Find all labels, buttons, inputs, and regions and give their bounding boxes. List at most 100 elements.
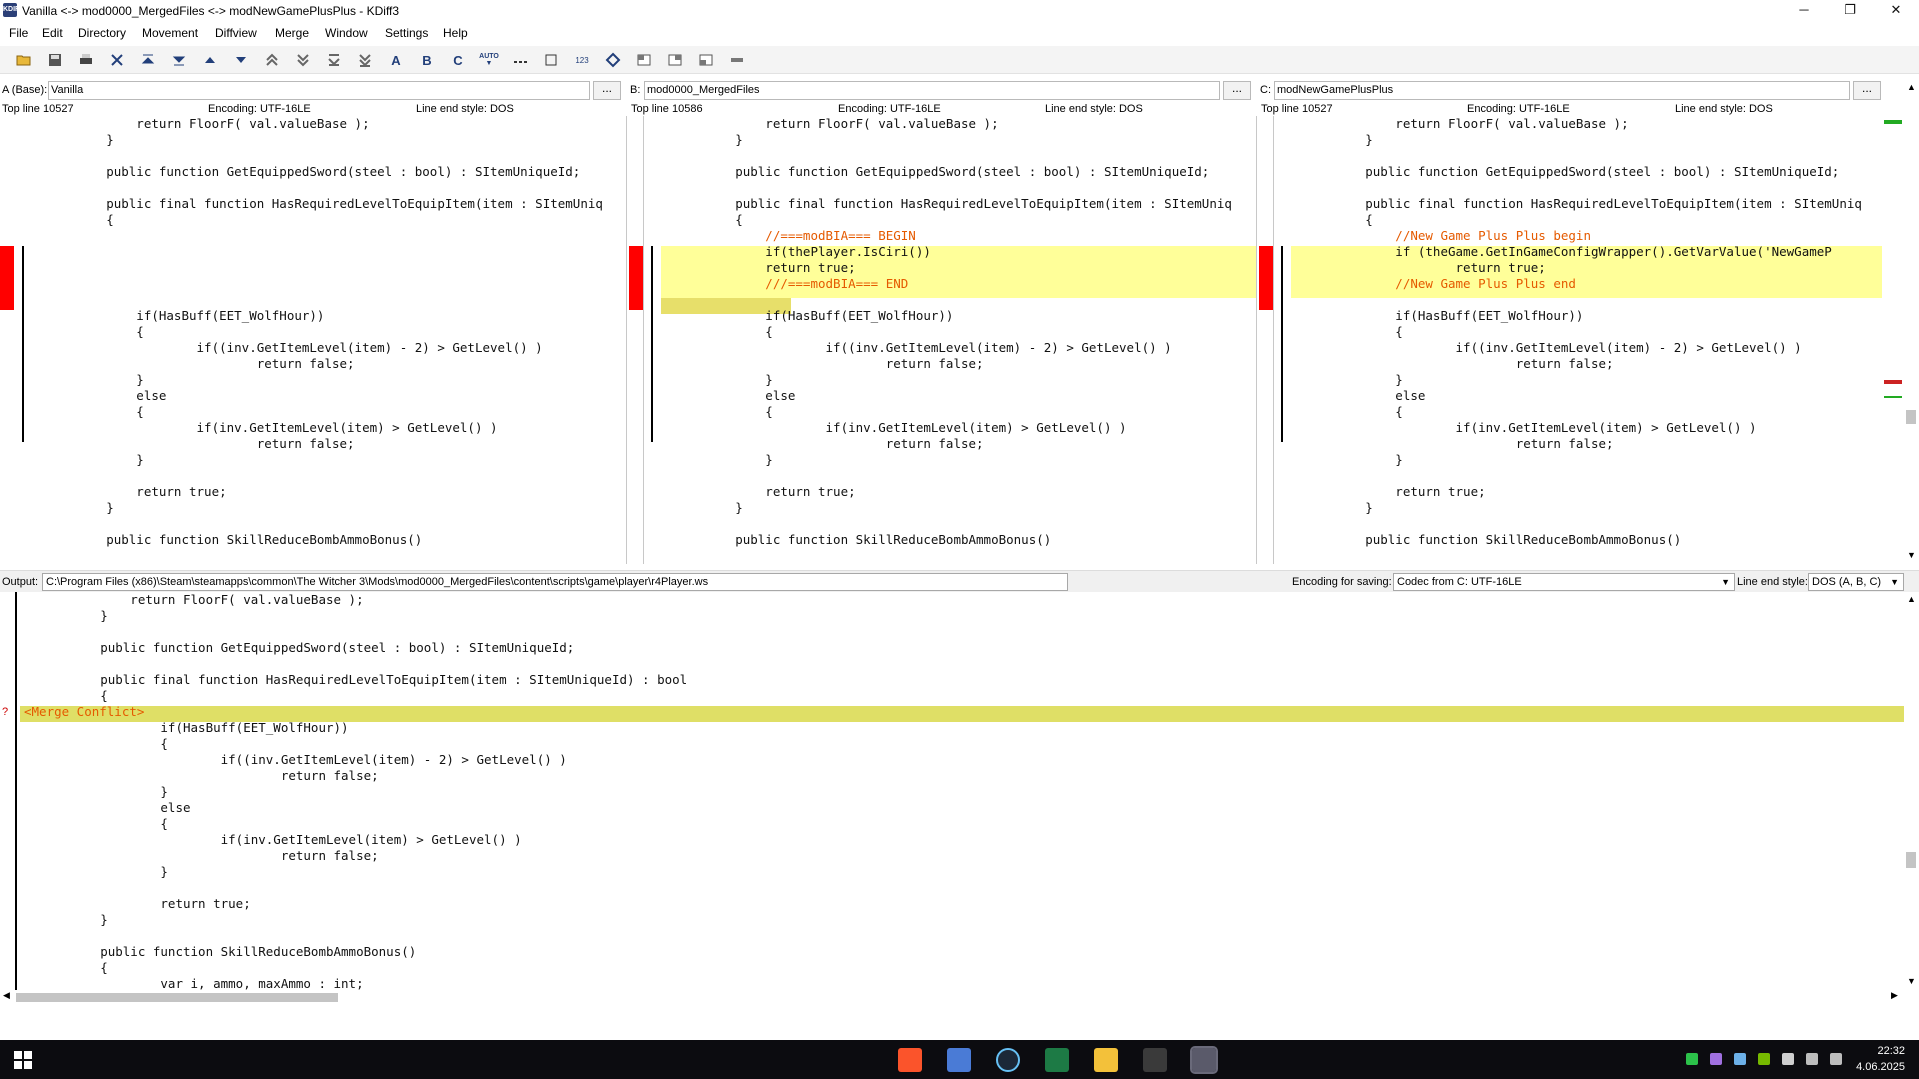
pane-c-browse-button[interactable]: ... <box>1853 81 1881 100</box>
menu-merge[interactable]: Merge <box>275 26 309 40</box>
scroll-up-icon[interactable]: ▲ <box>1907 82 1916 92</box>
excel-like-icon[interactable] <box>1045 1048 1069 1072</box>
pane-a-code-view[interactable]: return FloorF( val.valueBase ); } public… <box>0 116 626 564</box>
menu-help[interactable]: Help <box>443 26 468 40</box>
tray-security-icon[interactable] <box>1782 1053 1794 1065</box>
pane-a-file-input[interactable]: Vanilla <box>48 81 590 100</box>
code-line: } <box>675 452 773 467</box>
print-icon[interactable] <box>75 50 97 70</box>
merge-conflict-label: <Merge Conflict> <box>24 704 145 719</box>
window-a-icon[interactable] <box>633 50 655 70</box>
volume-icon[interactable] <box>1830 1053 1842 1065</box>
pane-a-line-end: Line end style: DOS <box>416 103 514 115</box>
spider-app-icon[interactable] <box>1143 1048 1167 1072</box>
encoding-saving-select[interactable]: Codec from C: UTF-16LE ▼ <box>1393 573 1735 591</box>
pane-c-file-input[interactable]: modNewGamePlusPlus <box>1274 81 1850 100</box>
go-prev-unsolved-icon[interactable] <box>168 50 190 70</box>
close-button[interactable]: ✕ <box>1873 0 1919 22</box>
pane-c-gutter-line <box>1273 116 1274 564</box>
line-numbers-button[interactable]: 123 <box>571 50 593 70</box>
scroll-down-icon[interactable]: ▼ <box>1907 976 1916 986</box>
tray-nvidia-icon[interactable] <box>1758 1053 1770 1065</box>
choose-b-button[interactable]: B <box>416 50 438 70</box>
pane-b-code-view[interactable]: return FloorF( val.valueBase ); } public… <box>629 116 1256 564</box>
inserted-code-line: return true; <box>1305 260 1546 275</box>
code-line: public final function HasRequiredLevelTo… <box>1305 196 1862 211</box>
code-line: { <box>1305 324 1403 339</box>
code-line: } <box>1305 500 1373 515</box>
menu-window[interactable]: Window <box>325 26 368 40</box>
scroll-left-icon[interactable]: ◀ <box>3 990 10 1001</box>
go-next-conflict-icon[interactable] <box>292 50 314 70</box>
file-explorer-icon[interactable] <box>1094 1048 1118 1072</box>
scroll-up-icon[interactable]: ▲ <box>1907 594 1916 604</box>
overview-icon[interactable] <box>602 50 624 70</box>
menu-file[interactable]: File <box>9 26 28 40</box>
scroll-right-icon[interactable]: ▶ <box>1891 990 1898 1001</box>
menu-edit[interactable]: Edit <box>42 26 63 40</box>
menu-directory[interactable]: Directory <box>78 26 126 40</box>
windows-start-icon[interactable] <box>14 1051 32 1072</box>
minimize-button[interactable]: ─ <box>1781 0 1827 22</box>
whitespace-icon[interactable] <box>509 50 531 70</box>
pane-a-top-line: Top line 10527 <box>2 103 74 115</box>
pane-a-separator[interactable] <box>626 116 627 564</box>
tray-steam-icon[interactable] <box>1734 1053 1746 1065</box>
save-icon[interactable] <box>44 50 66 70</box>
title-bar: KDIFF Vanilla <-> mod0000_MergedFiles <-… <box>0 0 1919 22</box>
code-line: if((inv.GetItemLevel(item) - 2) > GetLev… <box>1305 340 1802 355</box>
split-orientation-icon[interactable] <box>726 50 748 70</box>
maximize-button[interactable]: ❐ <box>1827 0 1873 22</box>
tray-app-icon[interactable] <box>1686 1053 1698 1065</box>
line-end-select[interactable]: DOS (A, B, C) ▼ <box>1808 573 1904 591</box>
open-folder-icon[interactable] <box>13 50 35 70</box>
pane-b-separator[interactable] <box>1256 116 1257 564</box>
pane-c-code-view[interactable]: return FloorF( val.valueBase ); } public… <box>1259 116 1882 564</box>
app-icon[interactable] <box>947 1048 971 1072</box>
go-last-delta-icon[interactable] <box>323 50 345 70</box>
choose-a-button[interactable]: A <box>385 50 407 70</box>
pane-c-label: C: <box>1260 84 1271 96</box>
window-b-icon[interactable] <box>664 50 686 70</box>
kdiff3-icon[interactable] <box>1190 1046 1218 1074</box>
merge-hscroll-thumb[interactable] <box>16 993 338 1002</box>
pane-b-header: B: mod0000_MergedFiles ... <box>630 80 1260 102</box>
merge-result-view[interactable]: ? return FloorF( val.valueBase ); } publ… <box>0 592 1904 990</box>
merge-scroll-thumb[interactable] <box>1906 852 1916 868</box>
choose-c-button[interactable]: C <box>447 50 469 70</box>
go-prev-delta-icon[interactable] <box>199 50 221 70</box>
window-c-icon[interactable] <box>695 50 717 70</box>
pane-b-browse-button[interactable]: ... <box>1223 81 1251 100</box>
go-top-icon[interactable] <box>106 50 128 70</box>
network-icon[interactable] <box>1806 1053 1818 1065</box>
steam-icon[interactable] <box>996 1048 1020 1072</box>
menu-bar: File Edit Directory Movement Diffview Me… <box>0 22 1919 44</box>
menu-movement[interactable]: Movement <box>142 26 198 40</box>
pane-c-top-line: Top line 10527 <box>1261 103 1333 115</box>
output-path-input[interactable]: C:\Program Files (x86)\Steam\steamapps\c… <box>42 573 1068 591</box>
merge-code-line: { <box>40 816 168 831</box>
code-line: } <box>1305 452 1403 467</box>
diff-scroll-thumb[interactable] <box>1906 410 1916 424</box>
merge-horizontal-scrollbar[interactable]: ◀ ▶ <box>0 990 1904 1004</box>
taskbar-clock[interactable]: 22:32 4.06.2025 <box>1856 1043 1905 1075</box>
code-line: return false; <box>46 436 355 451</box>
pane-c-header: C: modNewGamePlusPlus ... <box>1260 80 1882 102</box>
scroll-down-icon[interactable]: ▼ <box>1907 550 1916 560</box>
go-prev-conflict-icon[interactable] <box>261 50 283 70</box>
go-next-delta-icon[interactable] <box>230 50 252 70</box>
go-bottom-icon[interactable] <box>354 50 376 70</box>
brave-browser-icon[interactable] <box>898 1048 922 1072</box>
go-first-delta-icon[interactable] <box>137 50 159 70</box>
pane-a-browse-button[interactable]: ... <box>593 81 621 100</box>
merge-vertical-scrollbar[interactable]: ▲ ▼ <box>1904 592 1919 990</box>
menu-diffview[interactable]: Diffview <box>215 26 257 40</box>
pane-b-file-input[interactable]: mod0000_MergedFiles <box>644 81 1220 100</box>
tray-pen-icon[interactable] <box>1710 1053 1722 1065</box>
diff-overview-bar[interactable] <box>1882 80 1904 564</box>
code-line: } <box>675 372 773 387</box>
diff-vertical-scrollbar[interactable]: ▲ ▼ <box>1904 80 1919 564</box>
menu-settings[interactable]: Settings <box>385 26 428 40</box>
auto-advance-button[interactable]: AUTO ▼ <box>478 50 500 70</box>
show-whitespace-icon[interactable] <box>540 50 562 70</box>
